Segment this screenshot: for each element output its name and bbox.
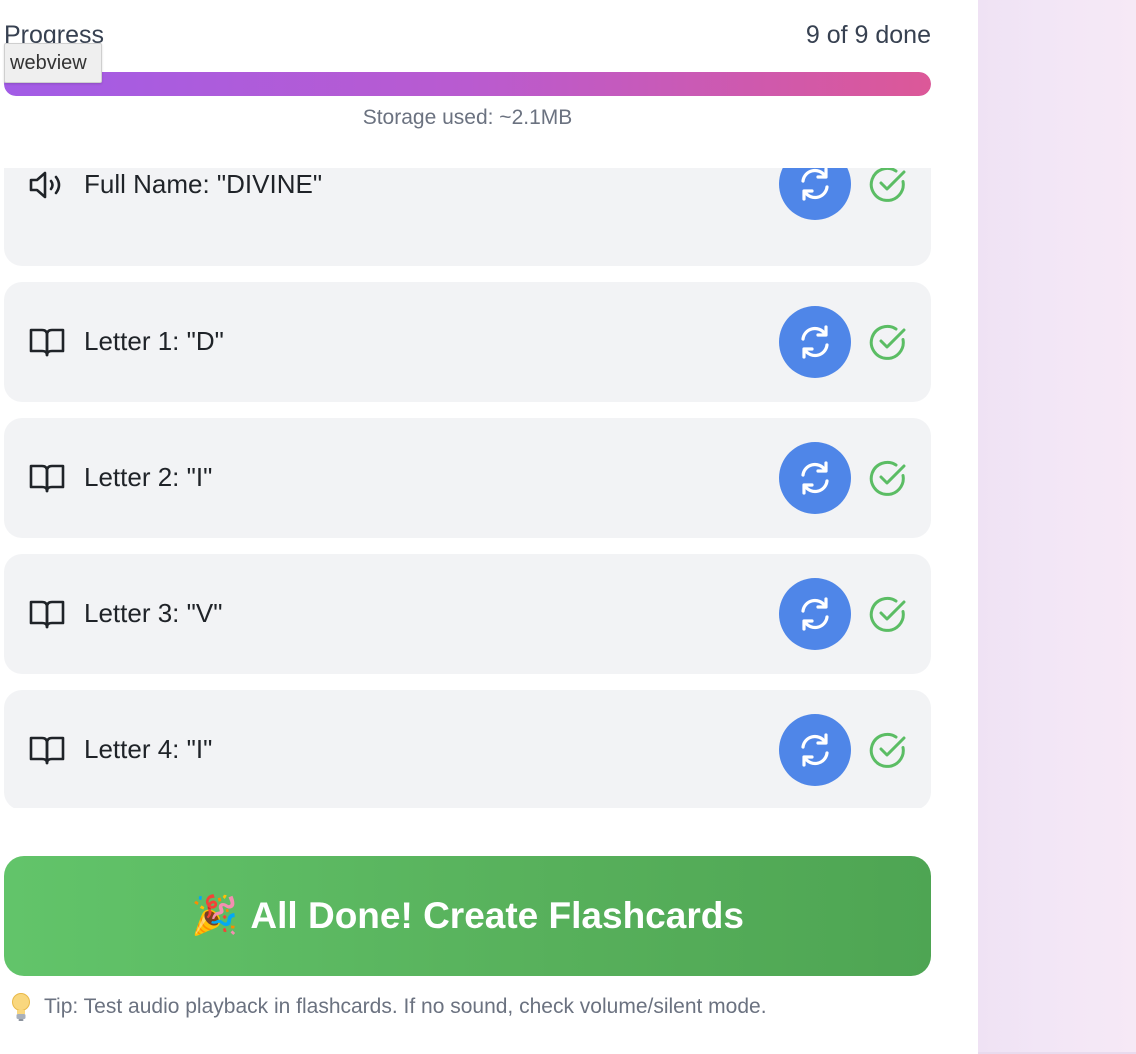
speaker-icon[interactable]: [28, 169, 68, 201]
list-item: Full Name: "DIVINE": [4, 168, 931, 266]
rerecord-button[interactable]: [779, 442, 851, 514]
check-circle-icon: [869, 732, 906, 768]
refresh-icon: [801, 733, 829, 767]
list-item: Letter 1: "D": [4, 282, 931, 402]
create-flashcards-button[interactable]: 🎉 All Done! Create Flashcards: [4, 856, 931, 976]
refresh-icon: [801, 168, 829, 201]
book-icon[interactable]: [28, 462, 68, 494]
lightbulb-icon: [12, 993, 30, 1021]
webview-tooltip: webview: [4, 43, 102, 83]
item-label: Letter 4: "I": [84, 734, 213, 764]
book-icon[interactable]: [28, 326, 68, 358]
progress-count: 9 of 9 done: [805, 21, 931, 49]
book-icon[interactable]: [28, 598, 68, 630]
list-item: Letter 4: "I": [4, 690, 931, 808]
recording-panel: Progress 9 of 9 done webview Storage use…: [0, 0, 978, 1054]
rerecord-button[interactable]: [779, 306, 851, 378]
background-panel: [978, 0, 1136, 1054]
check-circle-icon: [869, 596, 906, 632]
list-item: Letter 3: "V": [4, 554, 931, 674]
rerecord-button[interactable]: [779, 714, 851, 786]
item-label: Letter 1: "D": [84, 326, 224, 356]
page: Progress 9 of 9 done webview Storage use…: [0, 0, 1136, 1054]
check-circle-icon: [869, 324, 906, 360]
progress-header: Progress 9 of 9 done webview: [4, 18, 931, 83]
recording-list[interactable]: Full Name: "DIVINE" Letter 1: "D" Letter…: [4, 168, 931, 808]
refresh-icon: [801, 461, 829, 495]
create-flashcards-label: All Done! Create Flashcards: [250, 895, 744, 936]
item-label: Letter 3: "V": [84, 598, 223, 628]
list-item: Letter 2: "I": [4, 418, 931, 538]
party-popper-icon: 🎉: [191, 895, 239, 937]
book-icon[interactable]: [28, 734, 68, 766]
refresh-icon: [801, 597, 829, 631]
progress-bar: [4, 72, 931, 96]
item-label: Letter 2: "I": [84, 462, 213, 492]
storage-used: Storage used: ~2.1MB: [362, 106, 573, 129]
tip-label: Tip: Test audio playback in flashcards. …: [44, 995, 767, 1018]
refresh-icon: [801, 325, 829, 359]
item-label: Full Name: "DIVINE": [84, 169, 323, 199]
check-circle-icon: [869, 460, 906, 496]
rerecord-button[interactable]: [779, 578, 851, 650]
rerecord-button[interactable]: [779, 168, 851, 220]
progress-bar-fill: [4, 72, 931, 96]
tip-text: Tip: Test audio playback in flashcards. …: [10, 992, 970, 1022]
check-circle-icon: [869, 168, 906, 202]
